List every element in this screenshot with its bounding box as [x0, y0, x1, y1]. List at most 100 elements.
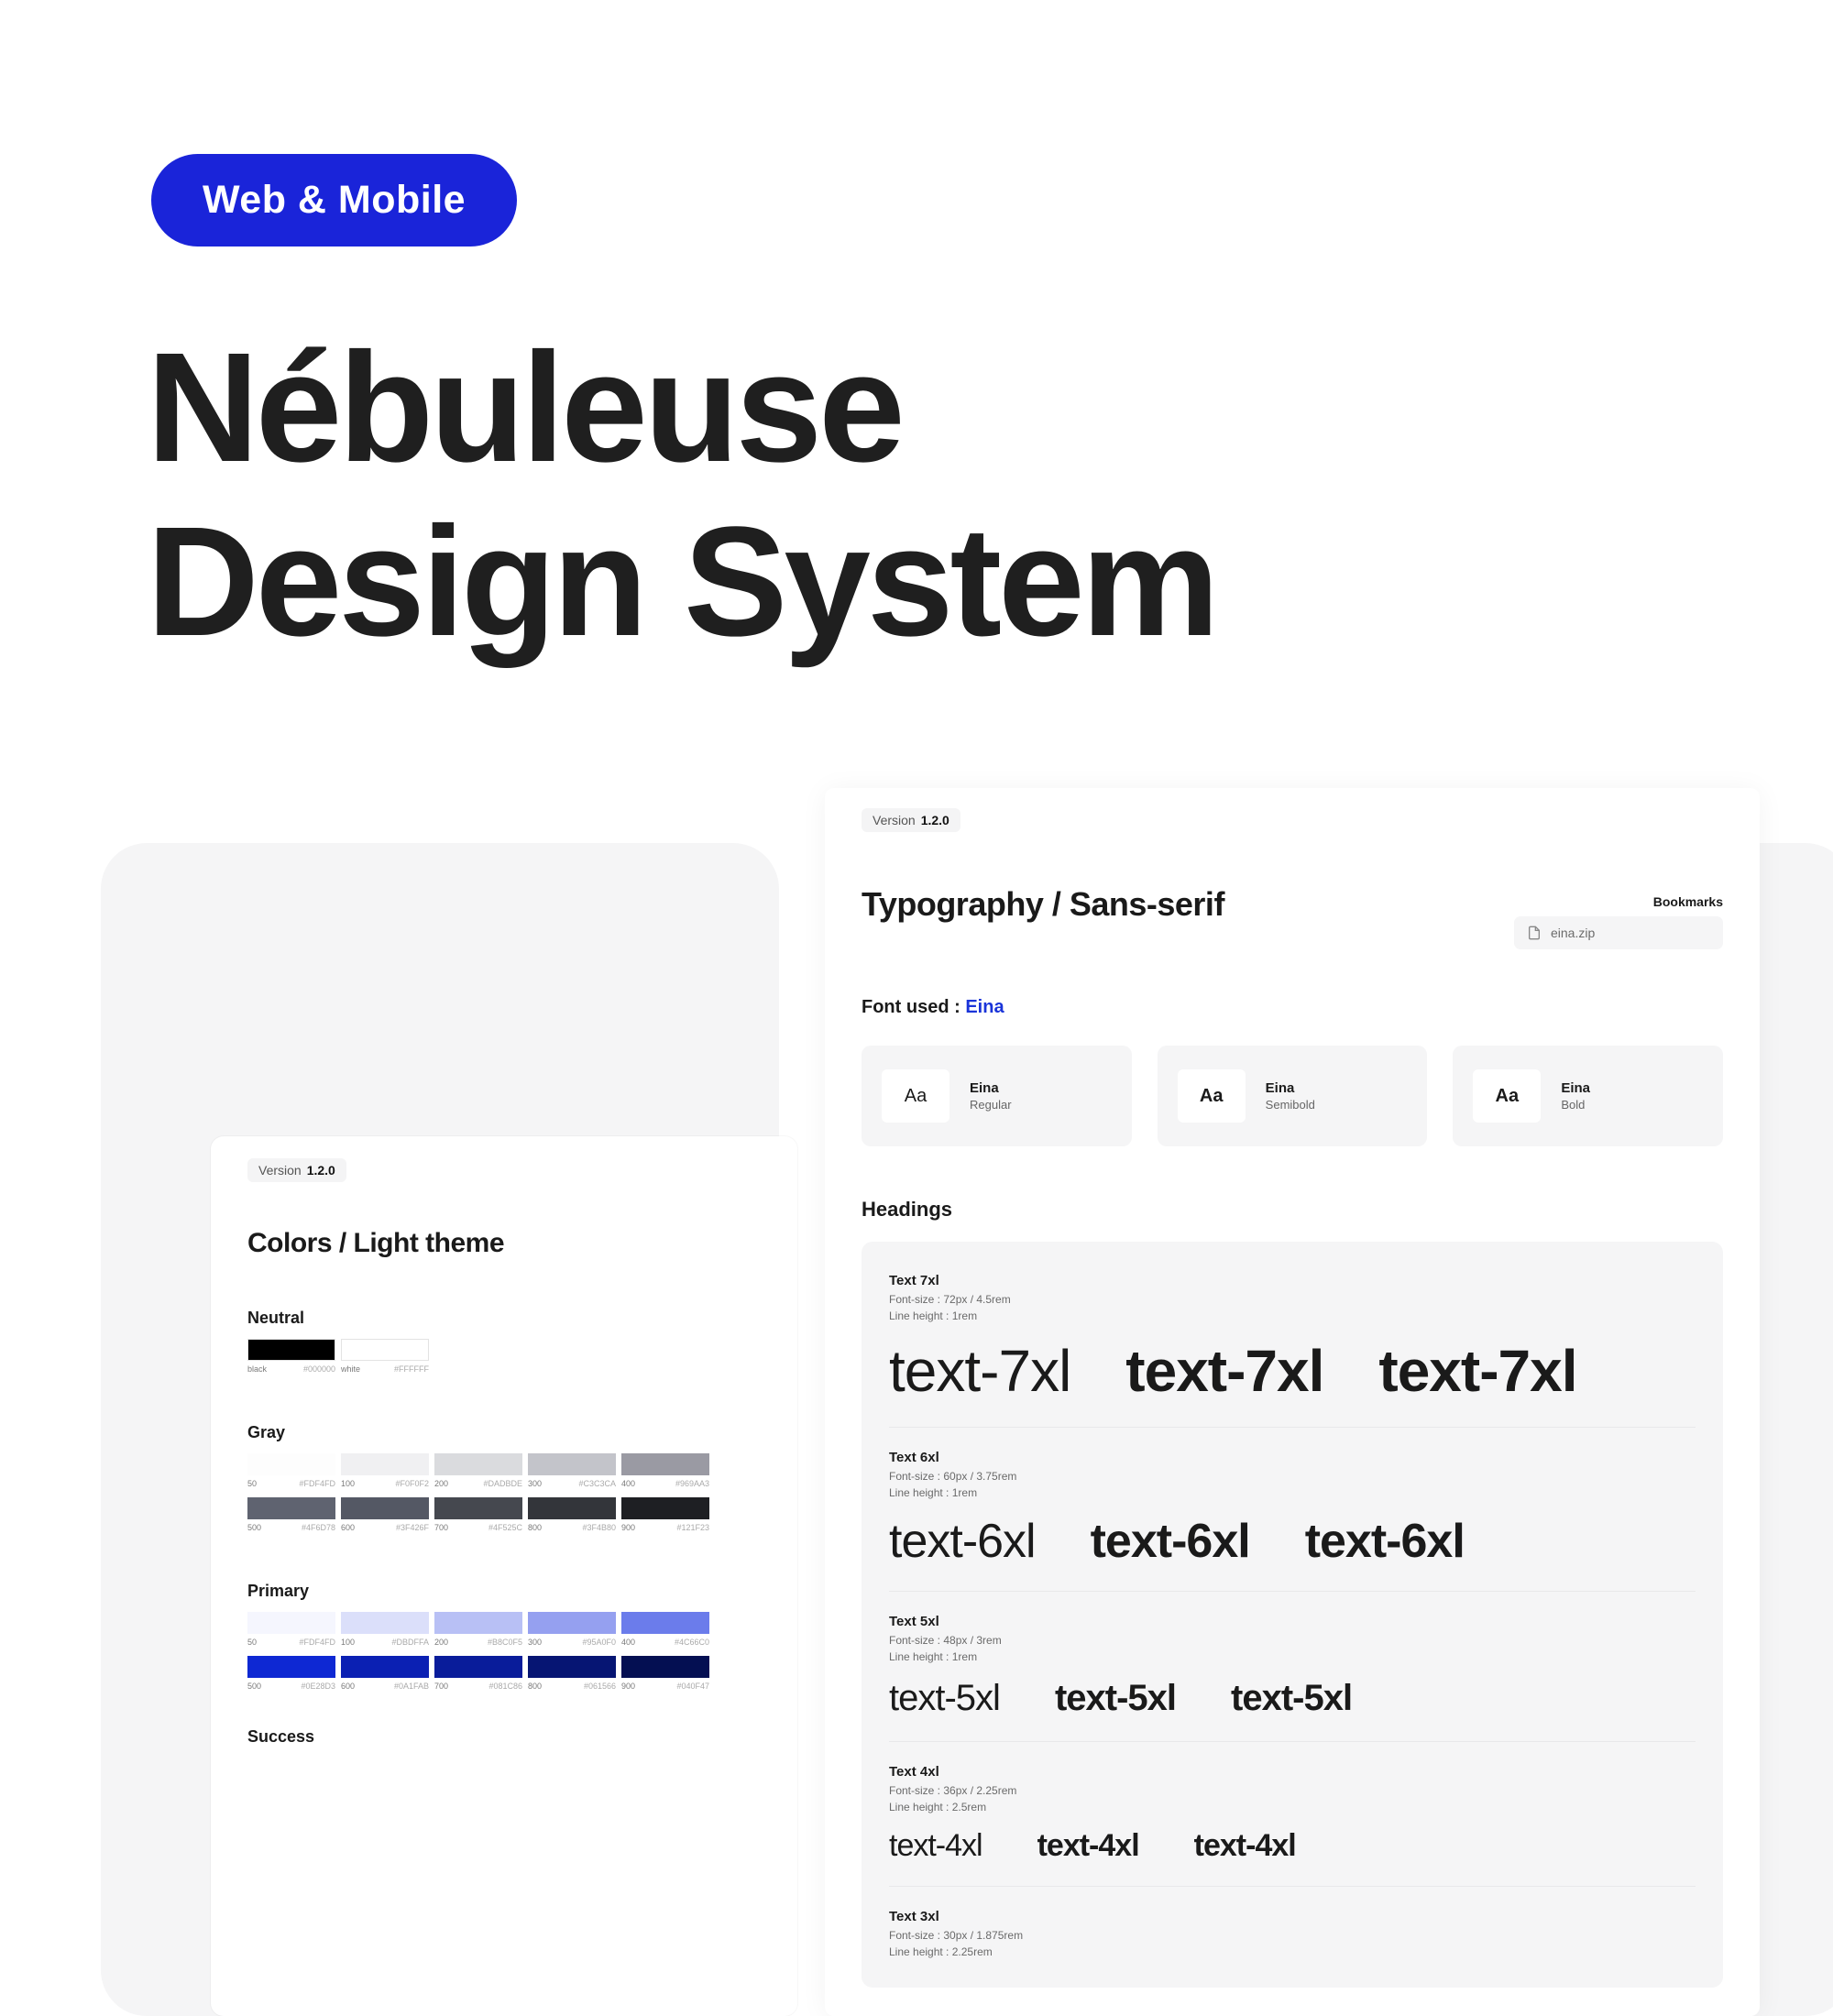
- version-label: Version: [873, 813, 916, 827]
- font-download-chip[interactable]: eina.zip: [1514, 916, 1723, 949]
- color-swatch: [341, 1339, 429, 1361]
- type-size-row: Text 5xl Font-size : 48px / 3remLine heig…: [889, 1591, 1696, 1719]
- headings-section-label: Headings: [862, 1198, 1723, 1222]
- swatch-label: 50#FDF4FD: [247, 1638, 335, 1647]
- color-swatch: [528, 1497, 616, 1519]
- version-number: 1.2.0: [921, 813, 949, 827]
- colors-card: Version1.2.0 Colors / Light theme Neutra…: [211, 1136, 797, 2016]
- swatch-label: 50#FDF4FD: [247, 1479, 335, 1488]
- file-name: eina.zip: [1551, 926, 1595, 940]
- font-used: Font used : Eina: [862, 997, 1723, 1018]
- type-label: Text 3xl: [889, 1909, 1696, 1924]
- swatch-label: 800#3F4B80: [528, 1523, 616, 1532]
- type-label: Text 6xl: [889, 1450, 1696, 1465]
- color-swatch: [528, 1612, 616, 1634]
- neutral-label: Neutral: [247, 1309, 761, 1328]
- sample-regular: text-6xl: [889, 1514, 1036, 1569]
- type-meta: Font-size : 48px / 3remLine height : 1re…: [889, 1632, 1696, 1665]
- color-swatch: [341, 1612, 429, 1634]
- type-meta: Font-size : 60px / 3.75remLine height : …: [889, 1468, 1696, 1501]
- font-weight: Semibold: [1266, 1098, 1315, 1112]
- type-label: Text 4xl: [889, 1764, 1696, 1780]
- title-line-1: Nébuleuse: [147, 321, 902, 495]
- swatch-label: 900#040F47: [621, 1682, 709, 1691]
- swatch-label: 200#B8C0F5: [434, 1638, 522, 1647]
- sample-bold: text-7xl: [1378, 1337, 1576, 1405]
- swatch-label: 300#C3C3CA: [528, 1479, 616, 1488]
- color-swatch: [528, 1453, 616, 1475]
- font-name: Eina: [1266, 1080, 1315, 1096]
- page-title: Nébuleuse Design System: [147, 321, 1216, 670]
- gray-swatch-labels-1: 50#FDF4FD100#F0F0F2200#DADBDE300#C3C3CA4…: [247, 1479, 761, 1488]
- color-swatch: [247, 1339, 335, 1361]
- primary-swatches-2: [247, 1656, 761, 1678]
- swatch-label: black#000000: [247, 1364, 335, 1374]
- color-swatch: [621, 1497, 709, 1519]
- swatch-label: 100#DBDFFA: [341, 1638, 429, 1647]
- font-used-name[interactable]: Eina: [965, 997, 1004, 1017]
- swatch-label: 300#95A0F0: [528, 1638, 616, 1647]
- font-meta: EinaRegular: [970, 1080, 1012, 1112]
- font-name: Eina: [1561, 1080, 1590, 1096]
- platform-badge: Web & Mobile: [151, 154, 517, 247]
- file-icon: [1527, 926, 1542, 940]
- gray-swatch-labels-2: 500#4F6D78 600#3F426F 700#4F525C 800#3F4B80…: [247, 1523, 761, 1532]
- font-weight: Bold: [1561, 1098, 1590, 1112]
- type-size-row: Text 7xlFont-size : 72px / 4.5remLine he…: [889, 1251, 1696, 1405]
- swatch-label: 500#4F6D78: [247, 1523, 335, 1532]
- type-size-row: Text 3xl Font-size : 30px / 1.875remLine …: [889, 1886, 1696, 1960]
- type-meta: Font-size : 36px / 2.25remLine height : …: [889, 1782, 1696, 1815]
- swatch-label: 700#4F525C: [434, 1523, 522, 1532]
- swatch-label: white#FFFFFF: [341, 1364, 429, 1374]
- color-swatch: [434, 1612, 522, 1634]
- color-swatch: [341, 1497, 429, 1519]
- type-label: Text 5xl: [889, 1614, 1696, 1629]
- color-swatch: [341, 1656, 429, 1678]
- swatch-label: 400#4C66C0: [621, 1638, 709, 1647]
- colors-title: Colors / Light theme: [247, 1228, 761, 1259]
- gray-label: Gray: [247, 1423, 761, 1442]
- font-meta: Eina Bold: [1561, 1080, 1590, 1112]
- sample-regular: text-5xl: [889, 1678, 1000, 1719]
- title-line-2: Design System: [147, 495, 1216, 669]
- neutral-swatch-labels: black#000000 white#FFFFFF: [247, 1364, 761, 1374]
- swatch-label: 800#061566: [528, 1682, 616, 1691]
- gray-swatches-2: [247, 1497, 761, 1519]
- type-meta: Font-size : 30px / 1.875remLine height :…: [889, 1927, 1696, 1960]
- font-meta: Eina Semibold: [1266, 1080, 1315, 1112]
- type-meta: Font-size : 72px / 4.5remLine height : 1…: [889, 1291, 1696, 1324]
- color-swatch: [621, 1453, 709, 1475]
- swatch-label: 400#969AA3: [621, 1479, 709, 1488]
- font-weight-cards: AaEinaRegular Aa Eina Semibold Aa Eina Bold: [862, 1046, 1723, 1146]
- swatch-label: 600#0A1FAB: [341, 1682, 429, 1691]
- font-weight-card: AaEinaRegular: [862, 1046, 1132, 1146]
- color-swatch: [247, 1453, 335, 1475]
- swatch-label: 700#081C86: [434, 1682, 522, 1691]
- success-label-cut: Success: [247, 1727, 761, 1747]
- type-samples: text-5xltext-5xltext-5xl: [889, 1678, 1696, 1719]
- neutral-swatches: [247, 1339, 761, 1361]
- type-size-row: Text 6xl Font-size : 60px / 3.75remLine h…: [889, 1427, 1696, 1569]
- gray-swatches-1: [247, 1453, 761, 1475]
- font-weight-card: Aa Eina Bold: [1453, 1046, 1723, 1146]
- sample-regular: text-7xl: [889, 1337, 1070, 1405]
- font-weight: Regular: [970, 1098, 1012, 1112]
- sample-semibold: text-6xl: [1091, 1514, 1250, 1569]
- version-chip: Version1.2.0: [247, 1158, 346, 1182]
- color-swatch: [434, 1497, 522, 1519]
- sample-bold: text-5xl: [1231, 1678, 1352, 1719]
- sample-semibold: text-7xl: [1125, 1337, 1323, 1405]
- type-samples: text-7xl text-7xl text-7xl: [889, 1337, 1696, 1405]
- color-swatch: [247, 1612, 335, 1634]
- swatch-label: 200#DADBDE: [434, 1479, 522, 1488]
- color-swatch: [621, 1612, 709, 1634]
- color-swatch: [247, 1497, 335, 1519]
- swatch-label: 900#121F23: [621, 1523, 709, 1532]
- font-weight-card: AaEinaSemibold: [1158, 1046, 1428, 1146]
- bookmarks-label: Bookmarks: [1653, 894, 1723, 909]
- swatch-label: 500#0E28D3: [247, 1682, 335, 1691]
- font-sample: Aa: [1473, 1069, 1541, 1123]
- sample-bold: text-6xl: [1305, 1514, 1465, 1569]
- sample-bold: text-4xl: [1194, 1828, 1296, 1864]
- swatch-label: 600#3F426F: [341, 1523, 429, 1532]
